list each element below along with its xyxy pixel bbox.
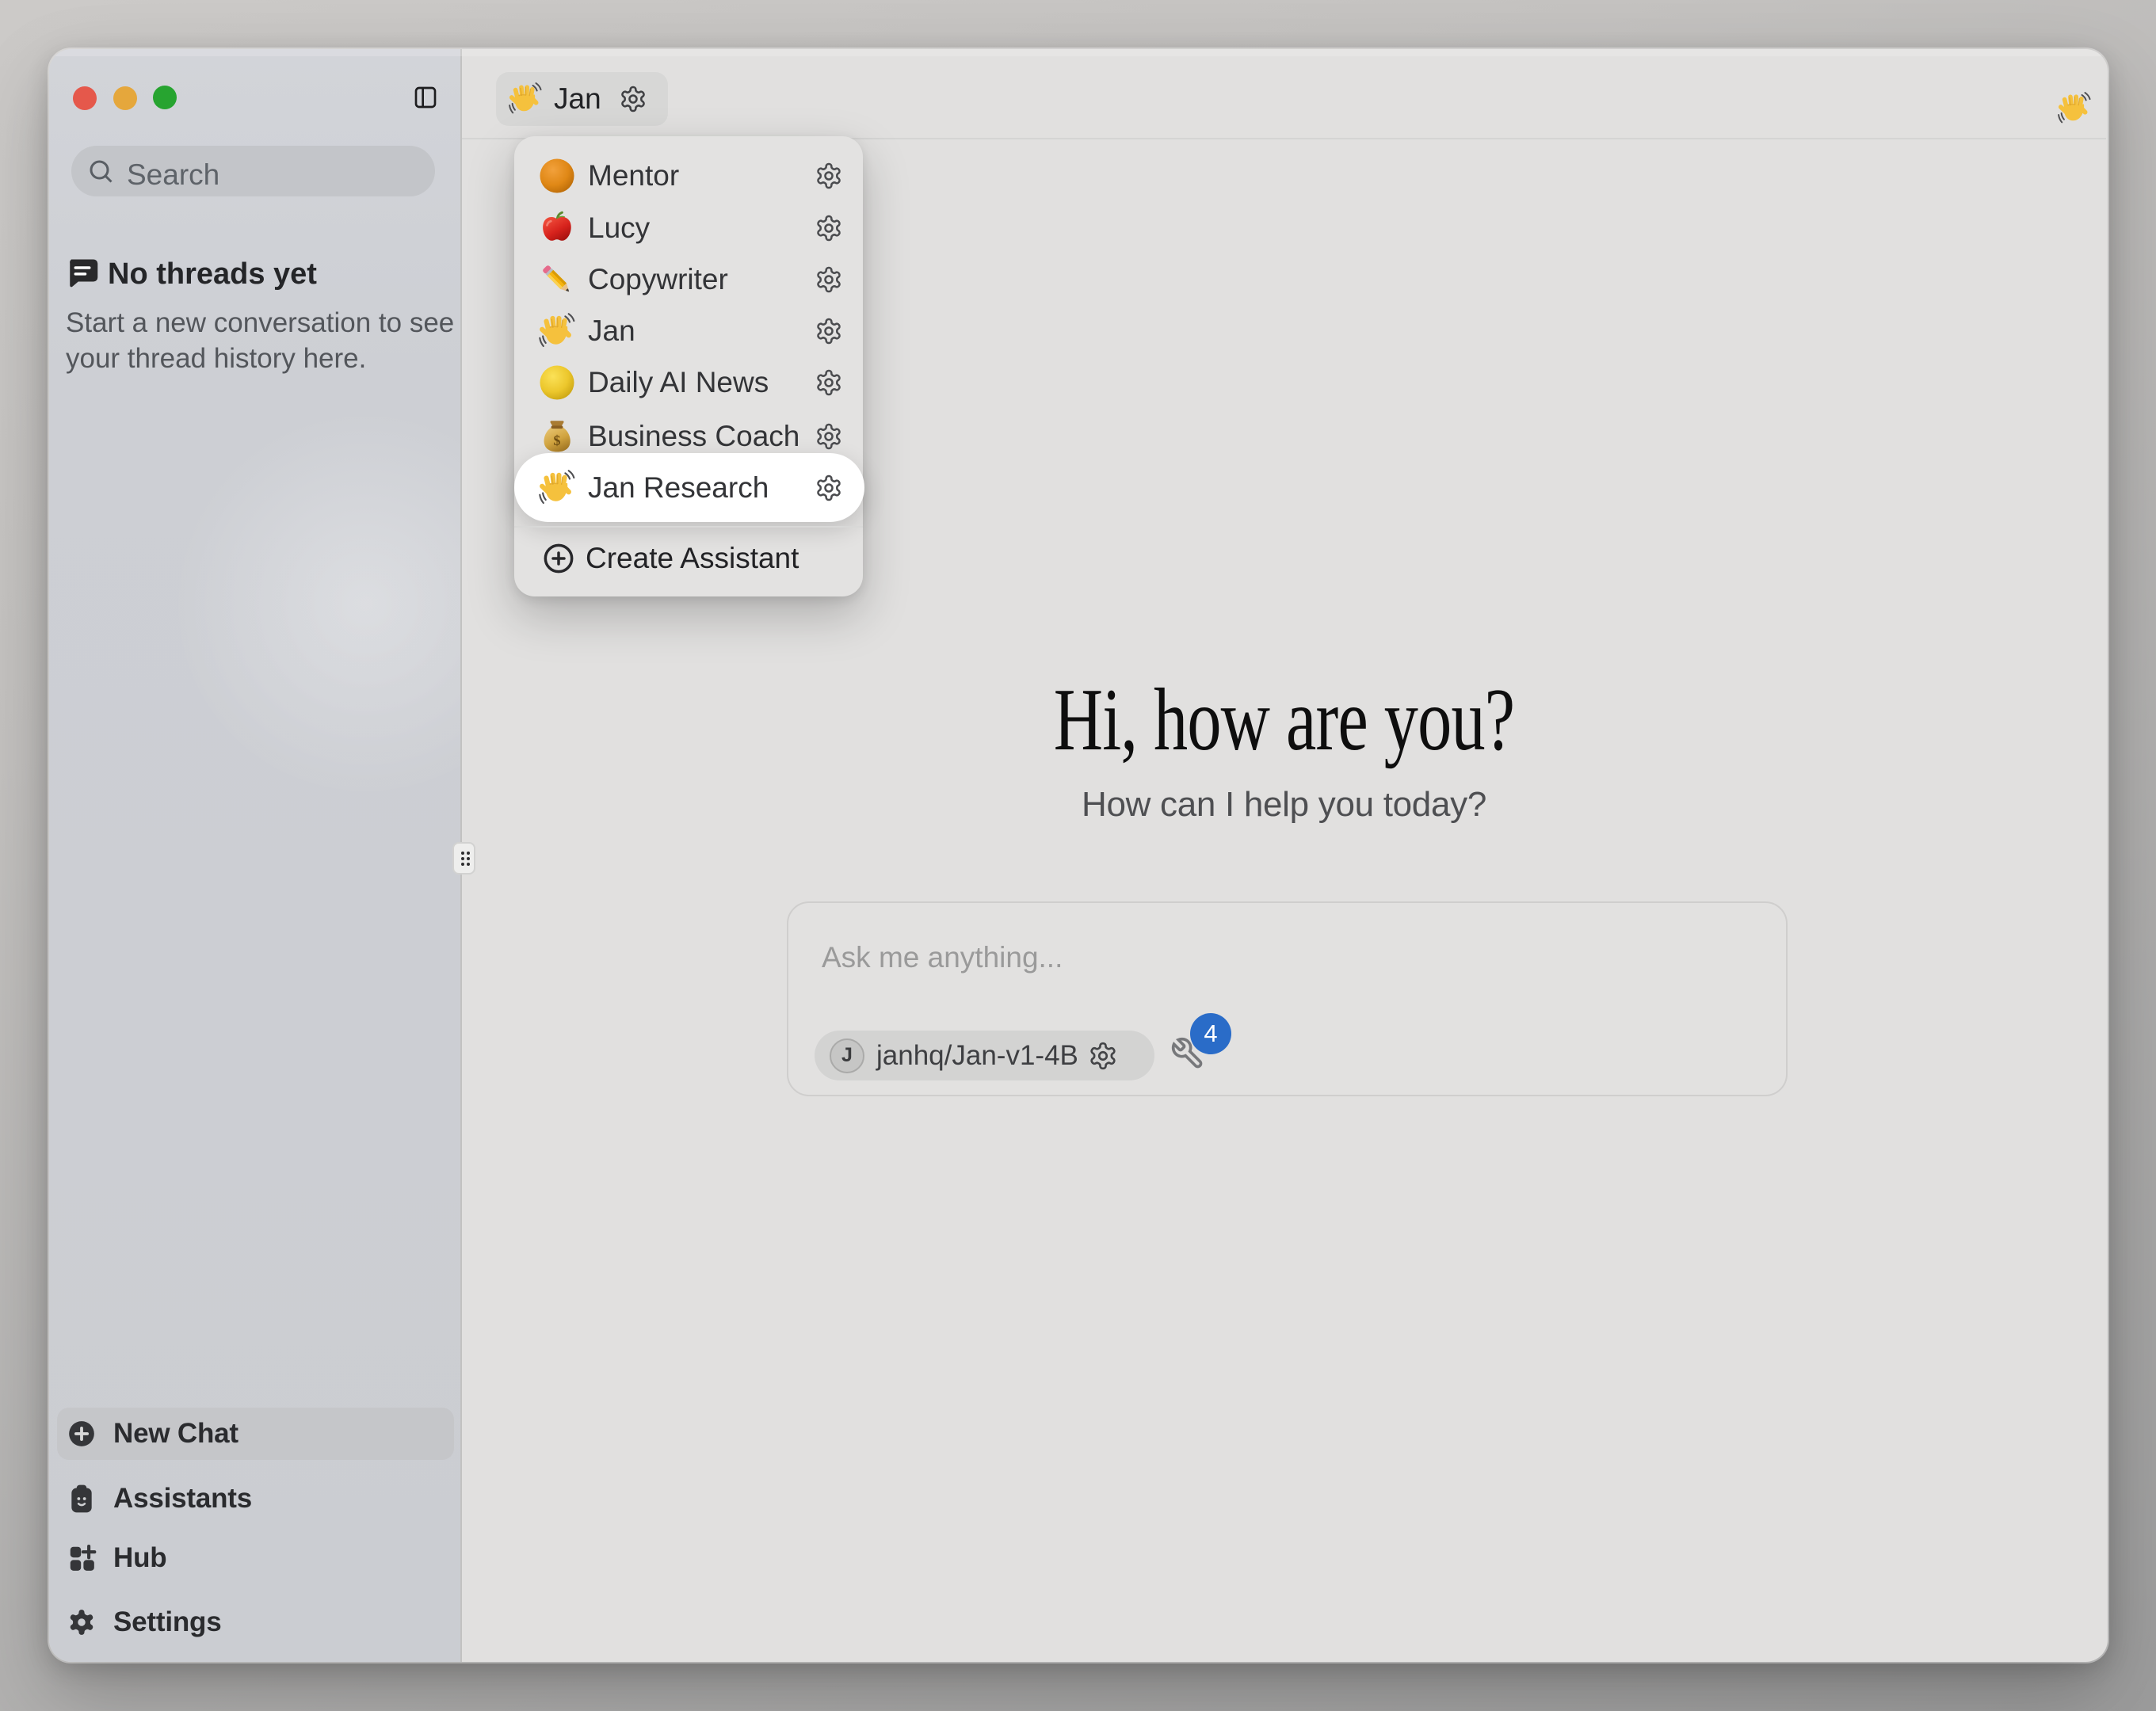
svg-text:$: $ (554, 433, 561, 448)
